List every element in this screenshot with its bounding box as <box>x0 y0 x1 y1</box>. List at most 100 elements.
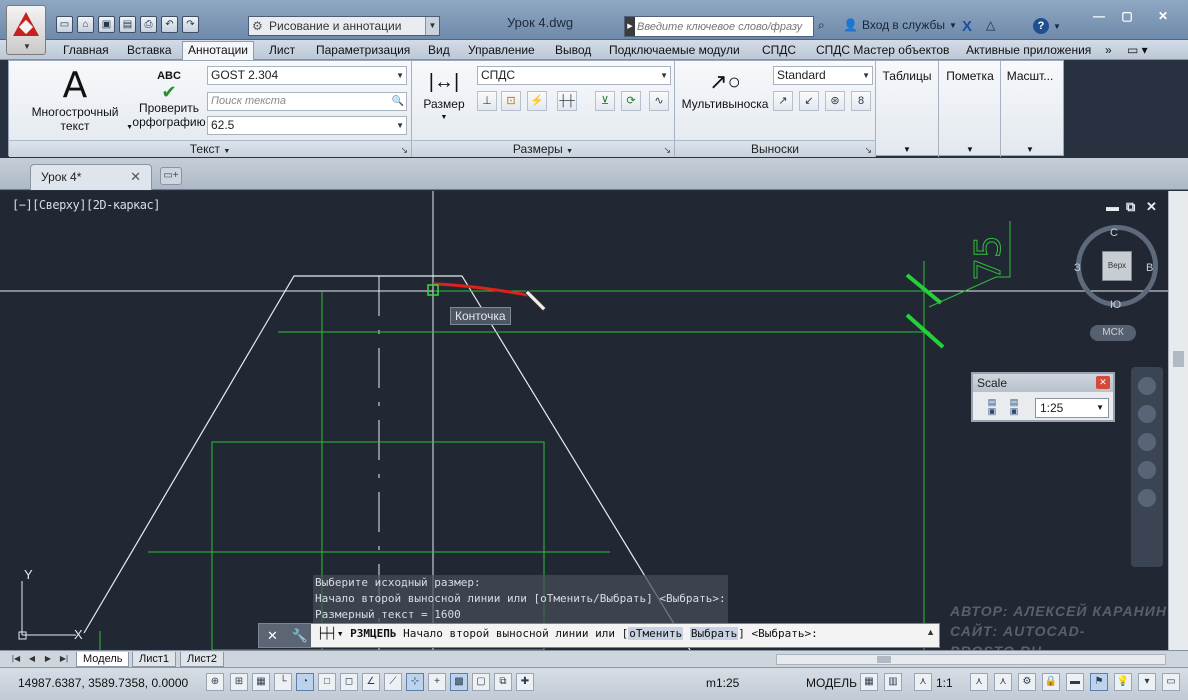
selection-cycling-icon[interactable]: ⧉ <box>494 673 512 691</box>
text-panel-title[interactable]: Текст ▼ ↘ <box>9 140 411 157</box>
chevron-up-icon[interactable]: ▲ <box>926 627 935 637</box>
tables-panel[interactable]: Таблицы <box>877 69 937 83</box>
lock-ui-icon[interactable]: 🔒 <box>1042 673 1060 691</box>
quick-dimension-icon[interactable]: ⊥ <box>477 91 497 111</box>
close-icon[interactable]: ✕ <box>1146 199 1157 215</box>
clean-screen-icon[interactable]: ▭ <box>1162 673 1180 691</box>
tab-layout1[interactable]: Лист1 <box>132 652 177 667</box>
showmotion-icon[interactable] <box>1138 489 1156 507</box>
align-leader-icon[interactable]: ⊛ <box>825 91 845 111</box>
tab-plugins[interactable]: Подключаемые модули <box>604 42 745 60</box>
command-line[interactable]: ✕ 🔧 ├┼┤▾ РЗМЦЕПЬ Начало второй выносной … <box>258 623 940 648</box>
search-box[interactable]: ▶ <box>624 16 814 37</box>
horizontal-scrollbar[interactable] <box>776 654 1166 665</box>
dynamic-input-icon[interactable]: ⊹ <box>406 673 424 691</box>
leaders-panel-title[interactable]: Выноски ↘ <box>675 140 875 157</box>
tab-home[interactable]: Главная <box>58 42 114 60</box>
polar-tracking-icon[interactable]: ◔ <box>296 673 314 691</box>
minimize-icon[interactable]: — <box>1088 8 1110 26</box>
viewport-scale-icon[interactable]: ▤ ▣ <box>983 398 1001 416</box>
3d-object-snap-icon[interactable]: ◻ <box>340 673 358 691</box>
tab-output[interactable]: Вывод <box>550 42 596 60</box>
infer-constraints-icon[interactable]: ⊕ <box>206 673 224 691</box>
object-snap-tracking-icon[interactable]: ∠ <box>362 673 380 691</box>
annotation-monitor-icon[interactable]: ✚ <box>516 673 534 691</box>
dimensions-panel-title[interactable]: Размеры ▼ ↘ <box>412 140 674 157</box>
dim-break-icon[interactable]: ⊡ <box>501 91 521 111</box>
object-snap-icon[interactable]: □ <box>318 673 336 691</box>
tab-active-apps[interactable]: Активные приложения <box>961 42 1096 60</box>
workspace-switching-icon[interactable]: ⚙ <box>1018 673 1036 691</box>
wcs-menu[interactable]: МСК <box>1090 325 1136 341</box>
compass-south[interactable]: Ю <box>1110 299 1121 311</box>
remove-leader-icon[interactable]: ↙ <box>799 91 819 111</box>
close-icon[interactable]: ✕ <box>1096 376 1110 389</box>
navigation-bar[interactable] <box>1131 367 1163 567</box>
scale-panel[interactable]: Масшт... <box>1000 69 1060 83</box>
prev-layout-icon[interactable]: ◀ <box>26 653 38 665</box>
option-select[interactable]: Выбрать <box>689 627 739 640</box>
wrench-icon[interactable]: 🔧 <box>292 628 308 643</box>
status-menu-icon[interactable]: ▾ <box>1138 673 1156 691</box>
tab-manage[interactable]: Управление <box>463 42 540 60</box>
dialog-launcher-icon[interactable]: ↘ <box>663 142 671 158</box>
dynamic-ucs-icon[interactable]: ⟋ <box>384 673 402 691</box>
a360-icon[interactable]: △ <box>986 18 995 32</box>
chevron-down-icon[interactable]: ▼ <box>877 143 937 157</box>
steering-wheel-icon[interactable] <box>1138 377 1156 395</box>
compass-north[interactable]: С <box>1110 227 1118 239</box>
close-icon[interactable]: ✕ <box>130 165 141 189</box>
annotation-scale-icon[interactable]: ⋏ <box>914 673 932 691</box>
pan-icon[interactable] <box>1138 405 1156 423</box>
new-file-icon[interactable]: ▭ <box>56 16 73 33</box>
quick-view-drawings-icon[interactable]: ▥ <box>884 673 902 691</box>
exchange-icon[interactable]: X <box>962 18 972 35</box>
binoculars-icon[interactable]: ⌕ <box>818 18 825 33</box>
next-layout-icon[interactable]: ▶ <box>42 653 54 665</box>
layout-scale-icon[interactable]: ▤ ▣ <box>1005 398 1023 416</box>
annotation-scale-status[interactable]: m1:25 <box>706 676 739 690</box>
first-layout-icon[interactable]: |◀ <box>10 653 22 665</box>
grid-display-icon[interactable]: ▦ <box>252 673 270 691</box>
hardware-acceleration-icon[interactable]: ▬ <box>1066 673 1084 691</box>
multileader-button[interactable]: ↗○ Мультивыноска <box>679 67 771 111</box>
file-tab[interactable]: Урок 4* ✕ <box>30 164 152 190</box>
isolate-objects-icon[interactable]: ⚑ <box>1090 673 1108 691</box>
chevron-down-icon[interactable]: ▼ <box>1000 143 1060 157</box>
application-menu-button[interactable]: ▼ <box>6 5 46 55</box>
print-icon[interactable]: ⎙ <box>140 16 157 33</box>
model-space-button[interactable]: МОДЕЛЬ <box>806 676 857 690</box>
vertical-scrollbar[interactable] <box>1168 191 1188 650</box>
open-file-icon[interactable]: ⌂ <box>77 16 94 33</box>
tab-spds-master[interactable]: СПДС Мастер объектов <box>811 42 954 60</box>
dim-style-select[interactable]: СПДС ▼ <box>477 66 671 85</box>
dimension-button[interactable]: |↔| Размер ▼ <box>417 67 471 125</box>
auto-scale-icon[interactable]: ⋏ <box>994 673 1012 691</box>
scrollbar-thumb[interactable] <box>877 656 891 663</box>
command-prompt[interactable]: ├┼┤▾ РЗМЦЕПЬ Начало второй выносной лини… <box>317 627 818 640</box>
save-icon[interactable]: ▣ <box>98 16 115 33</box>
add-leader-icon[interactable]: ↗ <box>773 91 793 111</box>
viewport-controls-label[interactable]: [−][Сверху][2D-каркас] <box>12 198 160 212</box>
new-tab-icon[interactable]: ▭+ <box>160 167 182 185</box>
snap-mode-icon[interactable]: ⊞ <box>230 673 248 691</box>
viewcube-top-face[interactable]: Верх <box>1102 251 1132 281</box>
lineweight-icon[interactable]: + <box>428 673 446 691</box>
inspect-dimension-icon[interactable]: ⊻ <box>595 91 615 111</box>
light-bulb-icon[interactable]: 💡 <box>1114 673 1132 691</box>
compass-east[interactable]: В <box>1146 262 1153 274</box>
zoom-icon[interactable] <box>1138 433 1156 451</box>
tab-insert[interactable]: Вставка <box>122 42 177 60</box>
orbit-icon[interactable] <box>1138 461 1156 479</box>
transparency-icon[interactable]: ▩ <box>450 673 468 691</box>
tab-layout[interactable]: Лист <box>264 42 300 60</box>
scrollbar-thumb[interactable] <box>1173 351 1184 367</box>
restore-icon[interactable]: ⧉ <box>1126 199 1135 215</box>
help-button[interactable]: ? ▼ <box>1033 18 1061 34</box>
annotation-visibility-icon[interactable]: ⋏ <box>970 673 988 691</box>
collect-leader-icon[interactable]: 8 <box>851 91 871 111</box>
panel-toggle-icon[interactable]: ▭ ▾ <box>1122 42 1153 60</box>
oblique-dimension-icon[interactable]: ∿ <box>649 91 669 111</box>
coordinates-readout[interactable]: 14987.6387, 3589.7358, 0.0000 <box>18 676 188 690</box>
save-as-icon[interactable]: ▤ <box>119 16 136 33</box>
